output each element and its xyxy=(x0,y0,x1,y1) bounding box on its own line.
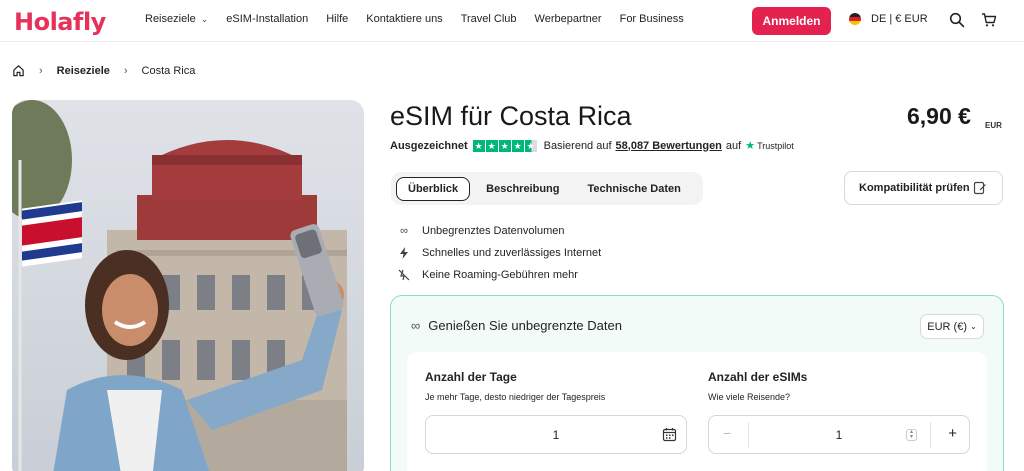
trustpilot-star-icon: ★ xyxy=(745,140,756,152)
menu-item-hilfe[interactable]: Hilfe xyxy=(326,13,348,25)
product-title: eSIM für Costa Rica xyxy=(390,101,632,131)
compatibility-check-button[interactable]: Kompatibilität prüfen xyxy=(844,171,1003,205)
tab-beschreibung[interactable]: Beschreibung xyxy=(474,177,571,201)
hero-image-costa-rica xyxy=(12,100,364,471)
divider xyxy=(930,422,931,448)
plan-heading: ∞ Genießen Sie unbegrenzte Daten xyxy=(411,318,622,333)
rating-stars: ★ ★ ★ ★ ★ xyxy=(472,139,538,152)
tab-technische-daten[interactable]: Technische Daten xyxy=(576,177,693,201)
menu-item-travel-club[interactable]: Travel Club xyxy=(461,13,517,25)
decrement-button[interactable]: − xyxy=(723,425,731,441)
lightning-icon xyxy=(398,247,410,259)
edit-check-icon xyxy=(973,181,986,195)
holafly-logo[interactable]: Holafly xyxy=(14,6,106,37)
menu-item-esim-installation[interactable]: eSIM-Installation xyxy=(226,13,308,25)
breadcrumb-reiseziele[interactable]: Reiseziele xyxy=(57,65,110,77)
plan-options-card: Anzahl der Tage Je mehr Tage, desto nied… xyxy=(407,352,987,471)
half-star-icon: ★ xyxy=(524,139,537,152)
cart-icon[interactable] xyxy=(981,12,997,28)
esims-label: Anzahl der eSIMs xyxy=(708,370,808,384)
login-button[interactable]: Anmelden xyxy=(752,7,831,35)
reviews-link[interactable]: 58,087 Bewertungen xyxy=(616,140,722,152)
tab-ueberblick[interactable]: Überblick xyxy=(396,176,471,201)
star-icon: ★ xyxy=(472,139,485,152)
rating-on: auf xyxy=(725,139,742,152)
chevron-down-icon: ⌄ xyxy=(970,322,977,331)
star-icon: ★ xyxy=(498,139,511,152)
feature-list: ∞ Unbegrenztes Datenvolumen Schnelles un… xyxy=(398,220,601,286)
calendar-icon[interactable] xyxy=(662,427,677,442)
top-navigation: Holafly Reiseziele ⌄ eSIM-Installation Hi… xyxy=(0,0,1024,42)
increment-button[interactable]: + xyxy=(948,425,957,442)
trustpilot-rating: Ausgezeichnet ★ ★ ★ ★ ★ Basierend auf 58… xyxy=(390,139,794,152)
chevron-right-icon: › xyxy=(123,64,128,77)
home-icon[interactable] xyxy=(12,64,25,77)
divider xyxy=(748,422,749,448)
locale-label: DE | € EUR xyxy=(871,13,928,25)
breadcrumb: › Reiseziele › Costa Rica xyxy=(12,64,195,77)
esims-sublabel: Wie viele Reisende? xyxy=(708,392,791,402)
star-icon: ★ xyxy=(485,139,498,152)
search-icon[interactable] xyxy=(949,12,965,28)
currency-select[interactable]: EUR (€) ⌄ xyxy=(920,314,984,339)
product-price: 6,90 € xyxy=(907,103,971,129)
feature-item: Schnelles und zuverlässiges Internet xyxy=(398,242,601,264)
esims-stepper[interactable]: − 1 ▴ ▾ + xyxy=(708,415,970,454)
feature-item: ∞ Unbegrenztes Datenvolumen xyxy=(398,220,601,242)
main-menu: Reiseziele ⌄ eSIM-Installation Hilfe Kont… xyxy=(145,13,702,25)
infinity-icon: ∞ xyxy=(400,225,408,237)
chevron-right-icon: › xyxy=(39,64,43,77)
rating-label: Ausgezeichnet xyxy=(390,139,468,152)
days-input[interactable]: 1 xyxy=(425,415,687,454)
price-currency-unit: EUR xyxy=(985,121,1002,130)
menu-item-kontakt[interactable]: Kontaktiere uns xyxy=(366,13,442,25)
star-icon: ★ xyxy=(511,139,524,152)
product-tabs: Überblick Beschreibung Technische Daten xyxy=(391,172,703,205)
language-currency-selector[interactable]: DE | € EUR xyxy=(849,13,928,25)
menu-item-for-business[interactable]: For Business xyxy=(620,13,684,25)
days-sublabel: Je mehr Tage, desto niedriger der Tagesp… xyxy=(425,392,606,402)
infinity-icon: ∞ xyxy=(411,318,421,333)
breadcrumb-current: Costa Rica xyxy=(141,64,196,77)
feature-item: Keine Roaming-Gebühren mehr xyxy=(398,264,601,286)
days-label: Anzahl der Tage xyxy=(425,370,517,384)
days-value: 1 xyxy=(552,427,560,442)
trustpilot-logo[interactable]: ★ Trustpilot xyxy=(745,139,794,152)
menu-item-werbepartner[interactable]: Werbepartner xyxy=(535,13,602,25)
no-roaming-icon xyxy=(398,269,410,281)
spinner-icon: ▴ ▾ xyxy=(906,429,917,441)
trustpilot-label: Trustpilot xyxy=(757,140,794,151)
compatibility-label: Kompatibilität prüfen xyxy=(859,182,970,194)
rating-based-on: Basierend auf xyxy=(543,139,612,152)
menu-item-reiseziele[interactable]: Reiseziele ⌄ xyxy=(145,13,208,25)
plan-configurator: ∞ Genießen Sie unbegrenzte Daten EUR (€)… xyxy=(390,295,1004,471)
chevron-down-icon: ⌄ xyxy=(200,14,209,24)
esims-value: 1 xyxy=(835,427,843,442)
germany-flag-icon xyxy=(849,13,861,25)
